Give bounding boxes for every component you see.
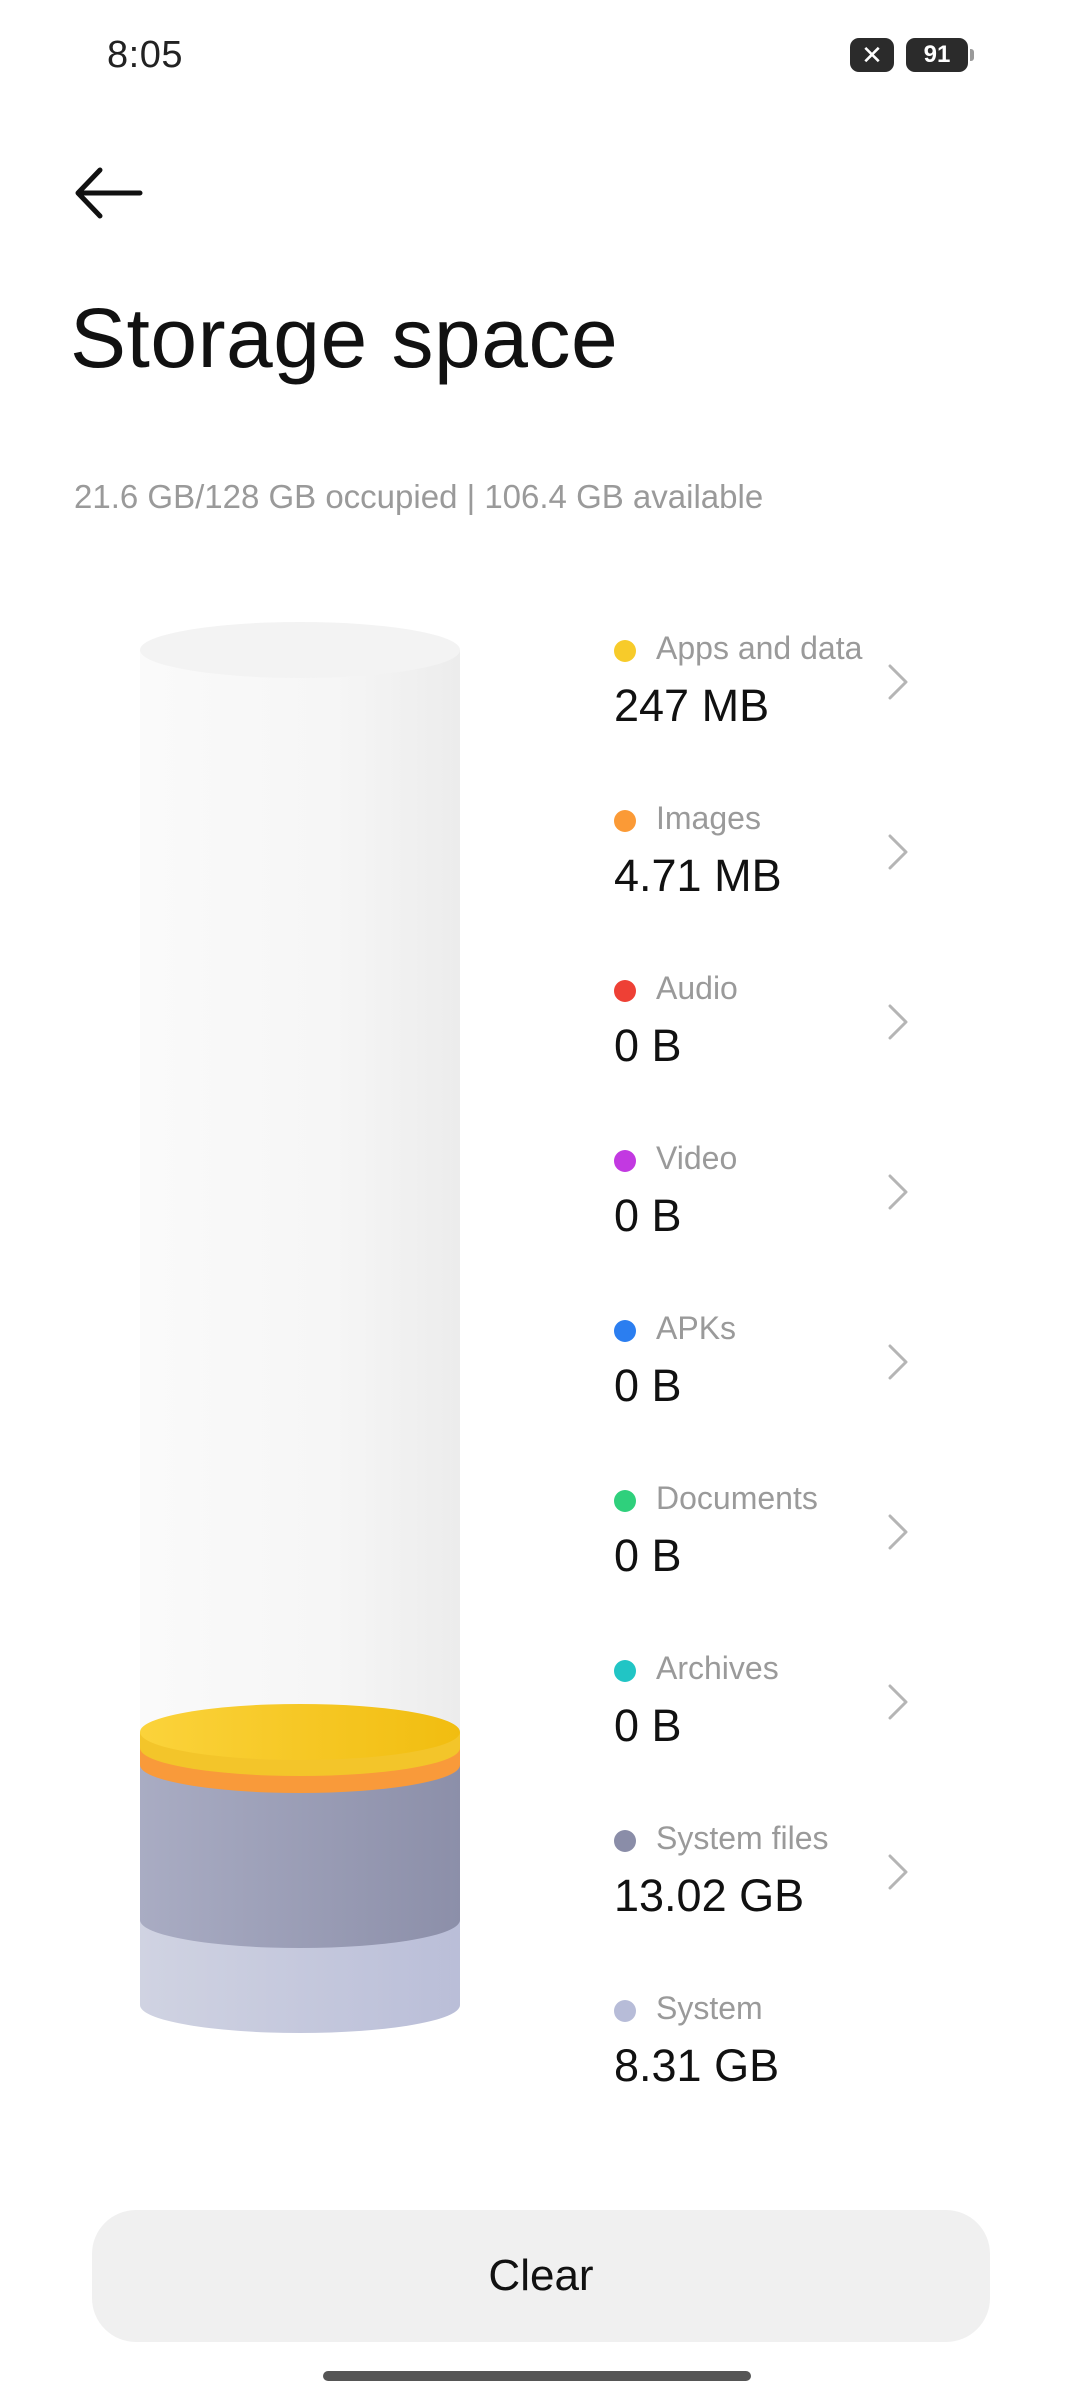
color-dot [614, 980, 636, 1002]
color-dot [614, 1660, 636, 1682]
list-item-video[interactable]: Video 0 B [600, 1130, 930, 1270]
category-label: Archives [656, 1650, 779, 1686]
category-size: 8.31 GB [614, 2040, 780, 2091]
category-label: System files [656, 1820, 829, 1856]
list-item-apks[interactable]: APKs 0 B [600, 1300, 930, 1440]
category-size: 247 MB [614, 680, 770, 731]
home-indicator[interactable] [323, 2371, 751, 2381]
list-item-documents[interactable]: Documents 0 B [600, 1470, 930, 1610]
category-label: APKs [656, 1310, 737, 1346]
category-label: Video [656, 1140, 738, 1176]
category-size: 0 B [614, 1360, 682, 1411]
chevron-right-icon [888, 1514, 908, 1550]
list-item-audio[interactable]: Audio 0 B [600, 960, 930, 1100]
list-item-apps-and-data[interactable]: Apps and data 247 MB [600, 620, 930, 760]
back-arrow-icon [75, 167, 143, 219]
category-label: Images [656, 800, 761, 836]
category-label: Apps and data [656, 630, 863, 666]
back-button[interactable] [70, 158, 146, 228]
chevron-right-icon [888, 1684, 908, 1720]
list-item-system-files[interactable]: System files 13.02 GB [600, 1810, 930, 1950]
storage-summary: 21.6 GB/128 GB occupied | 106.4 GB avail… [74, 478, 764, 515]
color-dot [614, 640, 636, 662]
category-size: 0 B [614, 1020, 682, 1071]
color-dot [614, 1830, 636, 1852]
chevron-right-icon [888, 1174, 908, 1210]
category-size: 4.71 MB [614, 850, 782, 901]
color-dot [614, 1150, 636, 1172]
battery-level: 91 [923, 41, 951, 68]
color-dot [614, 2000, 636, 2022]
category-size: 0 B [614, 1530, 682, 1581]
status-icons: ✕ 91 [850, 38, 974, 72]
list-item-system: System 8.31 GB [600, 1980, 930, 2120]
category-size: 0 B [614, 1190, 682, 1241]
category-label: System [656, 1990, 763, 2026]
list-item-archives[interactable]: Archives 0 B [600, 1640, 930, 1780]
chevron-right-icon [888, 1004, 908, 1040]
segment-apps-top [140, 1704, 460, 1760]
category-label: Documents [656, 1480, 818, 1516]
category-size: 0 B [614, 1700, 682, 1751]
color-dot [614, 1320, 636, 1342]
category-size: 13.02 GB [614, 1870, 805, 1921]
chevron-right-icon [888, 1854, 908, 1890]
cylinder-top [140, 622, 460, 678]
battery-icon: 91 [906, 38, 974, 72]
color-dot [614, 1490, 636, 1512]
chevron-right-icon [888, 664, 908, 700]
storage-cylinder-chart [140, 622, 460, 2033]
chevron-right-icon [888, 1344, 908, 1380]
sim-missing-x-icon: ✕ [850, 38, 894, 72]
list-item-images[interactable]: Images 4.71 MB [600, 790, 930, 930]
page-title: Storage space [70, 291, 619, 385]
color-dot [614, 810, 636, 832]
clear-button[interactable]: Clear [92, 2210, 990, 2342]
cylinder-free-space [140, 650, 460, 1755]
category-label: Audio [656, 970, 738, 1006]
storage-space-screen: 8:05 ✕ 91 Storage space 21.6 GB/128 GB o… [0, 0, 1080, 2396]
status-time: 8:05 [107, 34, 183, 76]
chevron-right-icon [888, 834, 908, 870]
